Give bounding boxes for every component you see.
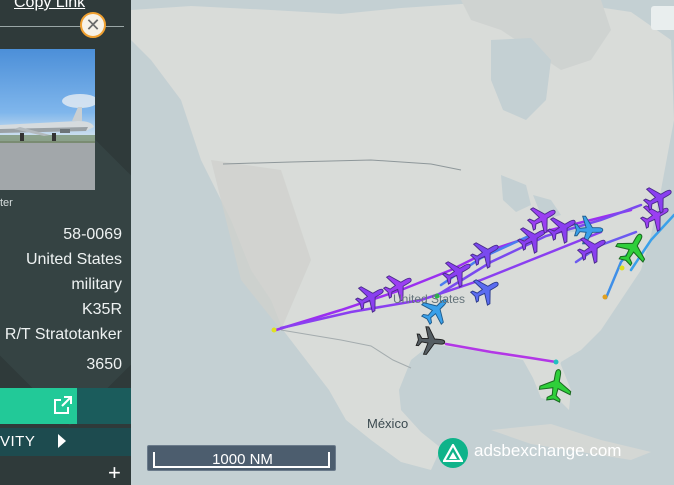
aircraft-photo[interactable] [0, 49, 95, 190]
map-layer-control[interactable] [651, 6, 674, 30]
scale-label: 1000 NM [212, 451, 273, 468]
activity-label: VITY [0, 433, 36, 450]
copy-link[interactable]: Copy Link [14, 0, 85, 12]
place-label-mexico: México [367, 416, 409, 431]
photo-caption: ter [0, 197, 13, 209]
field-type-code: K35R [81, 301, 122, 318]
field-type-name: R/T Stratotanker [4, 326, 122, 343]
chevron-right-icon [58, 434, 66, 448]
map-view[interactable]: United States México 1000 NM adsbexchang… [131, 0, 674, 485]
brand-text: adsbexchange.com [474, 441, 622, 460]
field-category: military [71, 276, 122, 293]
aircraft-photo-image [0, 94, 95, 190]
adsb-logo-icon [438, 438, 468, 468]
close-icon: ✕ [85, 15, 101, 35]
close-button[interactable]: ✕ [80, 12, 106, 38]
plus-icon[interactable]: + [108, 462, 121, 484]
field-registration: 58-0069 [63, 226, 122, 243]
adsb-logo-mark [443, 444, 463, 462]
external-link-icon [54, 396, 72, 414]
map-scale: 1000 NM [147, 445, 336, 471]
activity-toggle[interactable]: VITY [0, 428, 131, 456]
field-country: United States [25, 251, 122, 268]
aircraft-info-panel: Copy Link ✕ ter 58-0069 United States mi… [0, 0, 131, 485]
link-row [0, 388, 131, 424]
map-canvas [131, 0, 674, 485]
place-label-united-states: United States [393, 292, 466, 306]
open-external-button[interactable] [0, 388, 77, 424]
field-squawk: 3650 [86, 356, 122, 373]
